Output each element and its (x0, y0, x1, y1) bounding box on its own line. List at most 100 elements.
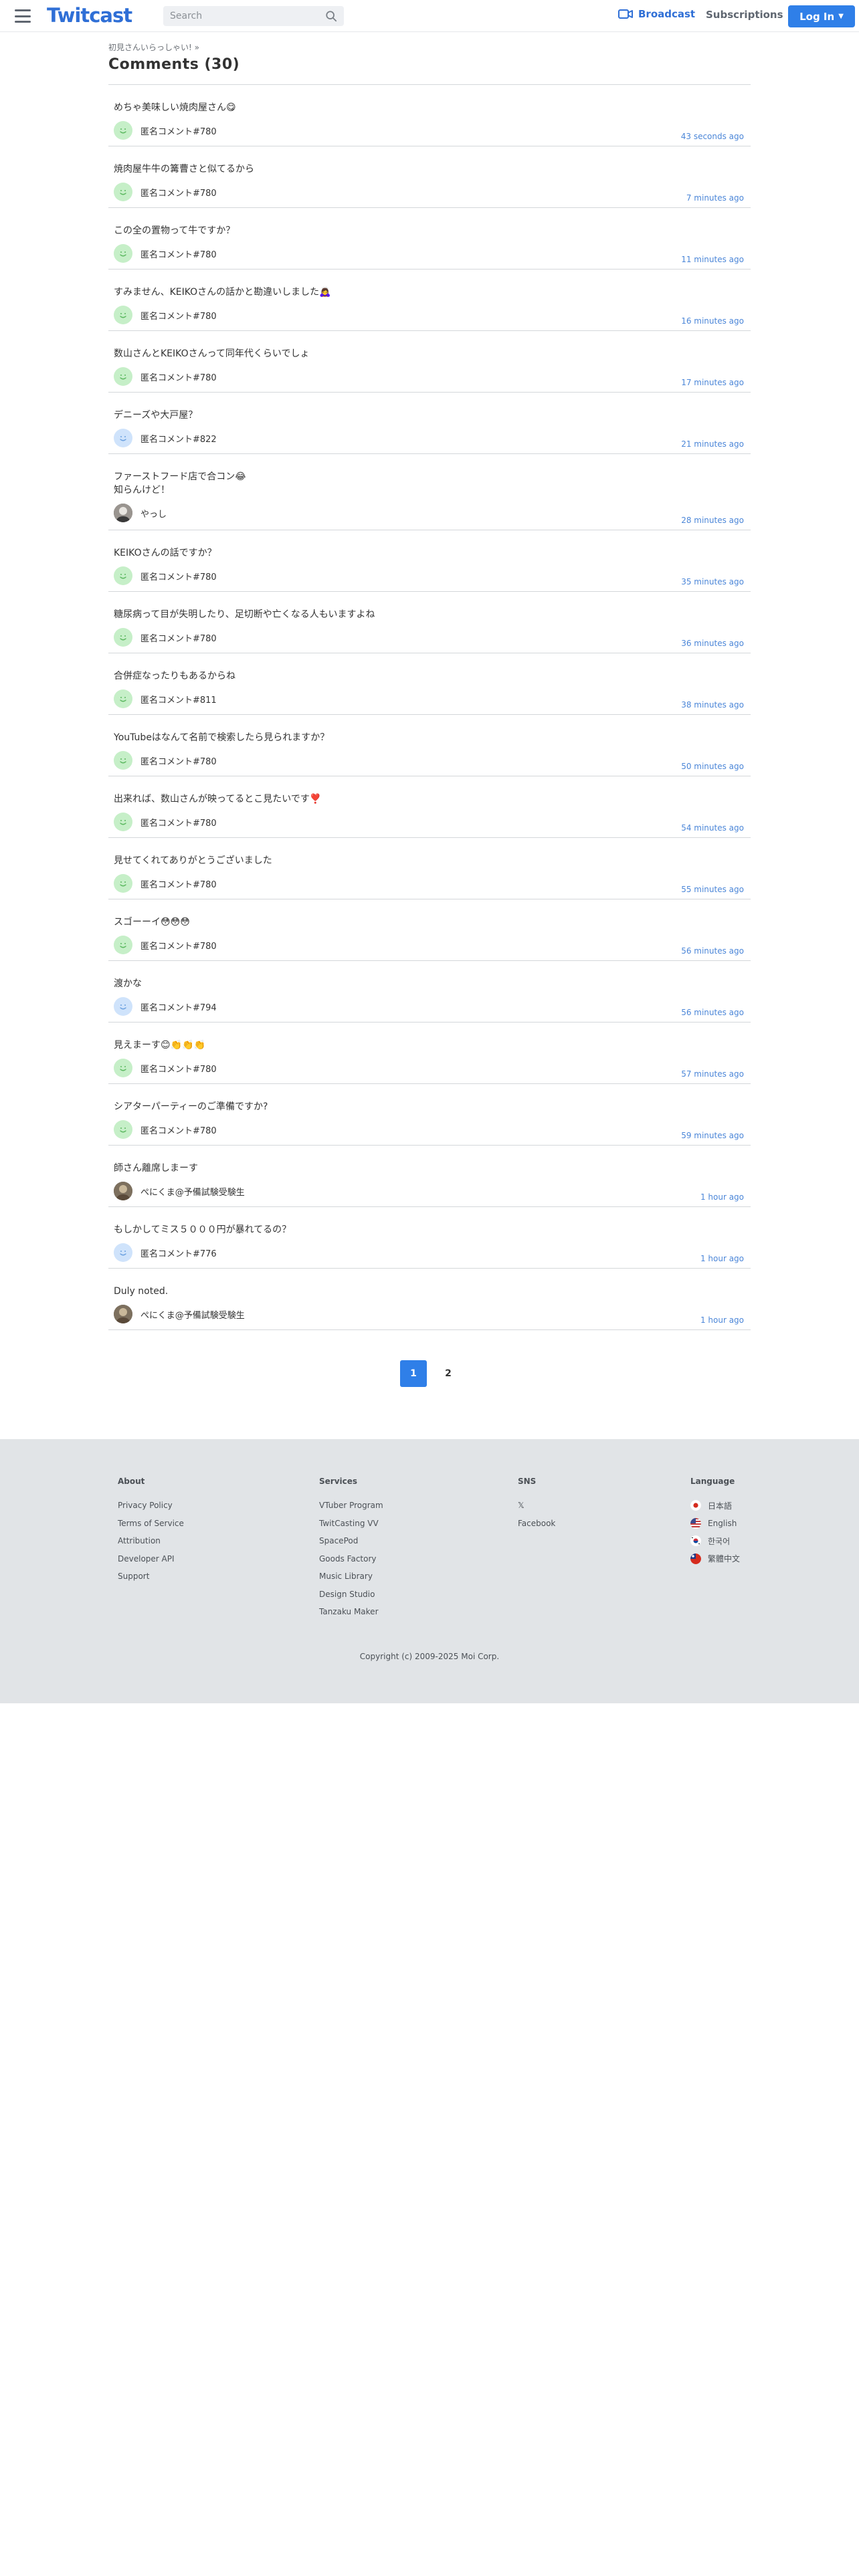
language-option-zh-tw[interactable]: 繁體中文 (690, 1550, 740, 1568)
comment-timestamp[interactable]: 1 hour ago (700, 1192, 744, 1202)
comment-timestamp[interactable]: 21 minutes ago (681, 439, 744, 449)
language-label: 한국어 (708, 1536, 731, 1546)
comment-timestamp[interactable]: 1 hour ago (700, 1315, 744, 1325)
comment-timestamp[interactable]: 56 minutes ago (681, 1008, 744, 1017)
comment-author[interactable]: やっし (140, 507, 167, 520)
breadcrumb[interactable]: 初見さんいらっしゃい! » (108, 41, 751, 53)
comment-author[interactable]: 匿名コメント#794 (140, 1000, 217, 1013)
comment-author[interactable]: 匿名コメント#780 (140, 186, 217, 199)
avatar[interactable] (114, 813, 132, 831)
comment-timestamp[interactable]: 36 minutes ago (681, 639, 744, 648)
comment-author[interactable]: 匿名コメント#780 (140, 939, 217, 952)
comment-author[interactable]: 匿名コメント#780 (140, 570, 217, 582)
avatar[interactable] (114, 244, 132, 263)
avatar[interactable] (114, 874, 132, 893)
comment-author[interactable]: 匿名コメント#780 (140, 816, 217, 829)
comment-timestamp[interactable]: 57 minutes ago (681, 1069, 744, 1079)
comment-timestamp[interactable]: 38 minutes ago (681, 700, 744, 710)
comment-meta: 匿名コメント#811 (114, 689, 745, 708)
footer-link-x[interactable]: 𝕏 (518, 1497, 555, 1515)
comment-timestamp[interactable]: 16 minutes ago (681, 316, 744, 326)
search-input[interactable] (170, 6, 317, 26)
avatar[interactable] (114, 121, 132, 140)
comment-timestamp[interactable]: 17 minutes ago (681, 378, 744, 387)
footer-link-support[interactable]: Support (118, 1568, 184, 1586)
footer-link-developer-api[interactable]: Developer API (118, 1550, 184, 1568)
menu-icon[interactable] (15, 9, 31, 23)
footer-link-vtuber[interactable]: VTuber Program (319, 1497, 383, 1515)
page-2-button[interactable]: 2 (435, 1360, 462, 1387)
footer-link-terms[interactable]: Terms of Service (118, 1515, 184, 1533)
comment-author[interactable]: 匿名コメント#780 (140, 370, 217, 383)
avatar[interactable] (114, 997, 132, 1016)
comment-author[interactable]: 匿名コメント#780 (140, 309, 217, 322)
comment-text: 合併症なったりもあるからね (114, 671, 235, 681)
comment-author[interactable]: 匿名コメント#780 (140, 754, 217, 767)
comment-timestamp[interactable]: 43 seconds ago (681, 132, 744, 141)
comment-timestamp[interactable]: 55 minutes ago (681, 885, 744, 894)
broadcast-link[interactable]: Broadcast (618, 8, 695, 20)
avatar[interactable] (114, 689, 132, 708)
avatar[interactable] (114, 1305, 132, 1323)
site-logo[interactable]: Twitcast (47, 4, 132, 27)
avatar[interactable] (114, 429, 132, 447)
avatar[interactable] (114, 1243, 132, 1262)
comment-author[interactable]: ぺにくま@予備試験受験生 (140, 1308, 245, 1321)
login-label: Log In (799, 10, 835, 23)
comment-item: Duly noted. ぺにくま@予備試験受験生 1 hour ago (108, 1269, 751, 1330)
footer-link-privacy[interactable]: Privacy Policy (118, 1497, 184, 1515)
comment-author[interactable]: ぺにくま@予備試験受験生 (140, 1185, 245, 1198)
language-option-en[interactable]: English (690, 1515, 740, 1533)
comment-author[interactable]: 匿名コメント#780 (140, 1062, 217, 1075)
comment-author[interactable]: 匿名コメント#780 (140, 1123, 217, 1136)
avatar[interactable] (114, 1120, 132, 1139)
comment-timestamp[interactable]: 59 minutes ago (681, 1131, 744, 1140)
comment-author[interactable]: 匿名コメント#776 (140, 1247, 217, 1259)
language-option-ko[interactable]: 한국어 (690, 1532, 740, 1550)
avatar[interactable] (114, 751, 132, 770)
avatar[interactable] (114, 306, 132, 324)
footer-link-twitcasting-vv[interactable]: TwitCasting VV (319, 1515, 383, 1533)
avatar[interactable] (114, 367, 132, 386)
comment-author[interactable]: 匿名コメント#780 (140, 124, 217, 137)
comment-item: めちゃ美味しい焼肉屋さん😋 匿名コメント#780 43 seconds ago (108, 85, 751, 146)
footer-link-attribution[interactable]: Attribution (118, 1532, 184, 1550)
top-navbar: Twitcast Broadcast Subscriptions Log In … (0, 0, 859, 32)
search-icon[interactable] (325, 10, 337, 22)
comment-author[interactable]: 匿名コメント#780 (140, 631, 217, 644)
footer-link-facebook[interactable]: Facebook (518, 1515, 555, 1533)
avatar[interactable] (114, 183, 132, 201)
comment-text: もしかしてミス５０００円が暴れてるの？ (114, 1224, 292, 1235)
avatar[interactable] (114, 628, 132, 647)
comment-timestamp[interactable]: 56 minutes ago (681, 946, 744, 956)
avatar[interactable] (114, 936, 132, 954)
login-button[interactable]: Log In ▼ (788, 5, 855, 27)
footer-link-design-studio[interactable]: Design Studio (319, 1586, 383, 1604)
footer-link-tanzaku-maker[interactable]: Tanzaku Maker (319, 1603, 383, 1621)
comment-item: 師さん離席しまーす ぺにくま@予備試験受験生 1 hour ago (108, 1146, 751, 1207)
page-1-button[interactable]: 1 (400, 1360, 427, 1387)
comment-timestamp[interactable]: 7 minutes ago (686, 193, 744, 203)
avatar[interactable] (114, 1182, 132, 1200)
comment-timestamp[interactable]: 11 minutes ago (681, 255, 744, 264)
footer-link-music-library[interactable]: Music Library (319, 1568, 383, 1586)
language-option-ja[interactable]: 日本語 (690, 1497, 740, 1515)
comment-timestamp[interactable]: 54 minutes ago (681, 823, 744, 833)
comment-timestamp[interactable]: 35 minutes ago (681, 577, 744, 586)
smiley-icon (120, 635, 126, 641)
avatar[interactable] (114, 566, 132, 585)
comment-author[interactable]: 匿名コメント#811 (140, 693, 217, 706)
comment-author[interactable]: 匿名コメント#822 (140, 432, 217, 445)
comment-timestamp[interactable]: 50 minutes ago (681, 762, 744, 771)
smiley-icon (120, 374, 126, 380)
comment-author[interactable]: 匿名コメント#780 (140, 877, 217, 890)
footer-link-spacepod[interactable]: SpacePod (319, 1532, 383, 1550)
comment-timestamp[interactable]: 28 minutes ago (681, 516, 744, 525)
comment-author[interactable]: 匿名コメント#780 (140, 247, 217, 260)
comment-timestamp[interactable]: 1 hour ago (700, 1254, 744, 1263)
footer-link-goods-factory[interactable]: Goods Factory (319, 1550, 383, 1568)
subscriptions-link[interactable]: Subscriptions (706, 9, 783, 21)
avatar[interactable] (114, 504, 132, 522)
smiley-icon (120, 758, 126, 764)
avatar[interactable] (114, 1059, 132, 1077)
